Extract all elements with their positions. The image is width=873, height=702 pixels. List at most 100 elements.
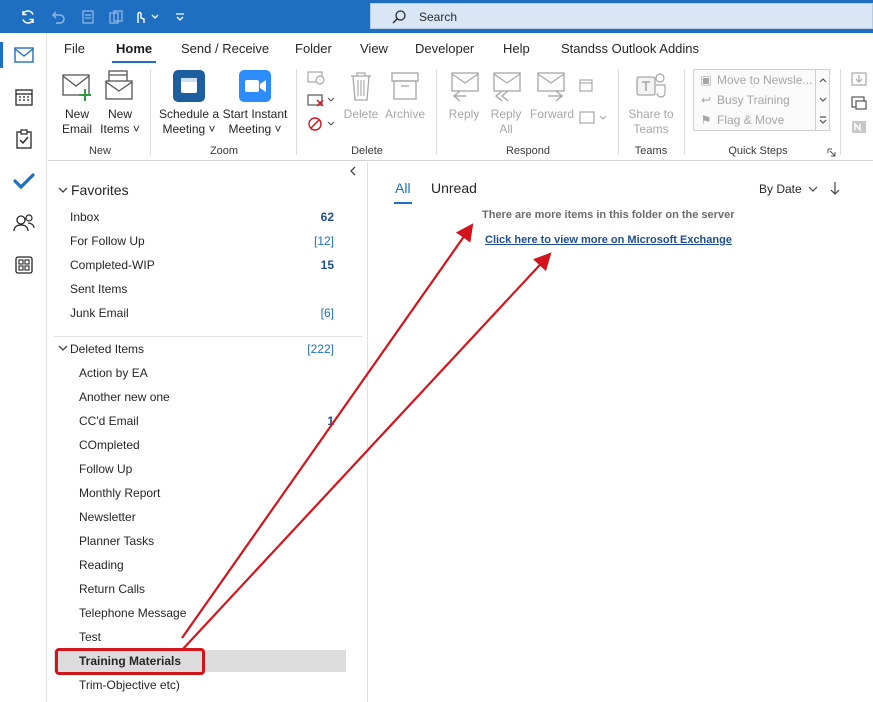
folder-deleted-items[interactable]: Deleted Items [222] — [58, 338, 346, 360]
quick-steps-scroll-up[interactable] — [815, 70, 829, 90]
search-box[interactable]: Search — [370, 3, 873, 29]
quick-step-label: Move to Newsle... — [717, 73, 813, 87]
folder-label: Action by EA — [79, 366, 148, 380]
customize-toolbar-icon[interactable] — [173, 8, 187, 26]
share-to-teams-label-1: Share to — [628, 107, 674, 121]
group-separator — [436, 69, 437, 155]
reply-button[interactable]: Reply — [446, 69, 482, 122]
more-respond-icon[interactable] — [578, 109, 610, 130]
group-label-new: New — [88, 145, 111, 157]
chevron-down-icon — [808, 186, 818, 192]
subfolder-planner-tasks[interactable]: Planner Tasks — [79, 530, 346, 552]
apps-grid-icon[interactable] — [0, 245, 47, 285]
sync-icon[interactable] — [19, 8, 37, 26]
share-to-teams-label-2: Teams — [633, 122, 669, 136]
folder-inbox[interactable]: Inbox 62 — [70, 206, 346, 228]
subfolder-return-calls[interactable]: Return Calls — [79, 578, 346, 600]
new-email-icon — [62, 74, 91, 101]
view-more-exchange-link[interactable]: Click here to view more on Microsoft Exc… — [485, 234, 732, 246]
title-bar: Search — [0, 0, 873, 33]
folder-label: Telephone Message — [79, 606, 187, 620]
subfolder-newsletter[interactable]: Newsletter — [79, 506, 346, 528]
quick-step-busy-training[interactable]: ↩ Busy Training — [698, 93, 790, 107]
onenote-icon[interactable] — [850, 119, 868, 138]
dialog-launcher-icon[interactable] — [827, 146, 836, 160]
new-email-button[interactable]: New Email — [58, 69, 96, 137]
forward-button[interactable]: Forward — [530, 69, 574, 122]
new-items-button[interactable]: New Items ˅ — [100, 69, 140, 137]
clean-up-icon[interactable] — [306, 92, 336, 111]
share-to-teams-button[interactable]: Share to Teams — [626, 69, 676, 137]
copy-icon[interactable] — [107, 8, 125, 26]
sort-direction-arrow-icon[interactable] — [830, 181, 840, 198]
todo-check-icon[interactable] — [0, 161, 47, 201]
tab-standss-addins[interactable]: Standss Outlook Addins — [561, 41, 699, 56]
reply-all-button[interactable]: Reply All — [488, 69, 524, 137]
folder-label: Monthly Report — [79, 486, 161, 500]
touch-mode-icon[interactable] — [131, 8, 149, 26]
calendar-icon[interactable] — [0, 77, 47, 117]
tasks-clipboard-icon[interactable] — [0, 119, 47, 159]
tab-home[interactable]: Home — [111, 41, 157, 64]
folder-label: Newsletter — [79, 510, 136, 524]
subfolder-another-new-one[interactable]: Another new one — [79, 386, 346, 408]
start-instant-meeting-button[interactable]: Start Instant Meeting ˅ — [221, 69, 289, 137]
subfolder-ccd-email[interactable]: CC'd Email 1 — [79, 410, 346, 432]
folder-sent-items[interactable]: Sent Items — [70, 278, 346, 300]
folder-label: Follow Up — [79, 462, 133, 476]
group-label-quick-steps: Quick Steps — [728, 145, 788, 157]
tab-send-receive[interactable]: Send / Receive — [181, 41, 269, 56]
chevron-down-icon — [819, 97, 826, 102]
document-icon[interactable] — [79, 8, 97, 26]
collapse-pane-icon[interactable] — [348, 165, 358, 179]
undo-icon[interactable] — [49, 8, 67, 26]
meeting-reply-icon[interactable] — [578, 77, 596, 96]
quick-step-label: Busy Training — [717, 93, 790, 107]
subfolder-action-by-ea[interactable]: Action by EA — [79, 362, 346, 384]
chevron-up-icon — [819, 78, 826, 83]
quick-steps-expand[interactable] — [815, 110, 829, 130]
subfolder-monthly-report[interactable]: Monthly Report — [79, 482, 346, 504]
folder-label: Test — [79, 630, 102, 644]
subfolder-completed[interactable]: COmpleted — [79, 434, 346, 456]
ignore-icon[interactable] — [306, 69, 326, 88]
subfolder-telephone-message[interactable]: Telephone Message — [79, 602, 346, 624]
archive-button[interactable]: Archive — [382, 69, 428, 122]
favorites-header[interactable]: Favorites — [58, 182, 129, 198]
expand-icon — [819, 116, 826, 124]
delete-button[interactable]: Delete — [342, 69, 380, 122]
tab-view[interactable]: View — [360, 41, 388, 56]
move-to-icon[interactable] — [850, 71, 868, 90]
subfolder-follow-up[interactable]: Follow Up — [79, 458, 346, 480]
archive-label: Archive — [384, 107, 425, 121]
start-instant-label-1: Start Instant — [222, 107, 288, 121]
search-icon — [391, 9, 407, 28]
people-icon[interactable] — [0, 203, 47, 243]
tab-developer[interactable]: Developer — [415, 41, 474, 56]
folder-junk-email[interactable]: Junk Email [6] — [70, 302, 346, 324]
quick-step-move-to-newsletter[interactable]: ▣ Move to Newsle... — [698, 73, 812, 87]
filter-tab-all[interactable]: All — [394, 180, 412, 204]
group-separator — [150, 69, 151, 155]
group-separator — [684, 69, 685, 155]
schedule-meeting-button[interactable]: Schedule a Meeting ˅ — [158, 69, 220, 137]
rules-icon[interactable] — [850, 95, 868, 114]
folder-for-follow-up[interactable]: For Follow Up [12] — [70, 230, 346, 252]
folder-pane: Favorites Inbox 62 For Follow Up [12] Co… — [48, 162, 368, 702]
tab-help[interactable]: Help — [503, 41, 530, 56]
server-items-note: There are more items in this folder on t… — [482, 209, 735, 221]
mail-icon[interactable] — [0, 35, 47, 75]
tab-file[interactable]: File — [64, 41, 85, 56]
dropdown-chevron-icon[interactable] — [149, 8, 161, 26]
quick-steps-scroll-down[interactable] — [815, 90, 829, 110]
subfolder-reading[interactable]: Reading — [79, 554, 346, 576]
junk-icon[interactable] — [306, 115, 336, 136]
filter-tab-unread[interactable]: Unread — [431, 180, 477, 196]
zoom-calendar-icon — [173, 70, 205, 102]
subfolder-test[interactable]: Test — [79, 626, 346, 648]
tab-folder[interactable]: Folder — [295, 41, 332, 56]
subfolder-trim-objective[interactable]: Trim-Objective etc) — [79, 674, 346, 696]
quick-step-flag-and-move[interactable]: ⚑ Flag & Move — [698, 113, 785, 127]
folder-completed-wip[interactable]: Completed-WIP 15 — [70, 254, 346, 276]
sort-dropdown[interactable]: By Date — [759, 182, 818, 196]
